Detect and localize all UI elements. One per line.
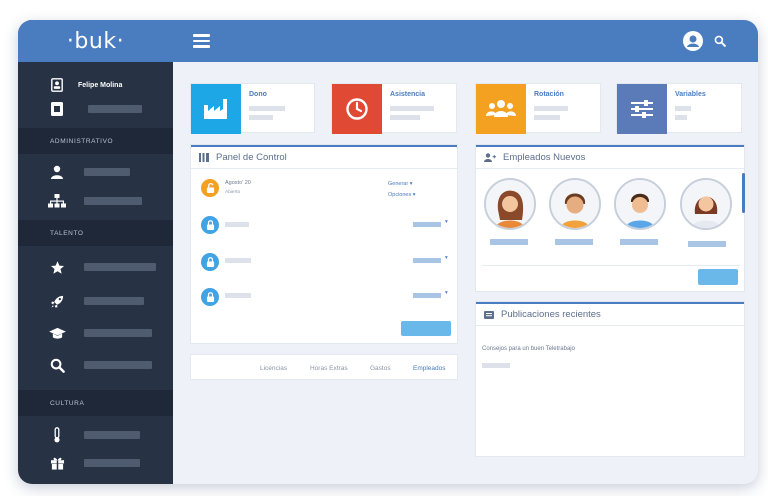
sidebar-user[interactable]: Felipe Molina xyxy=(48,76,122,94)
sidebar-item-people[interactable] xyxy=(48,163,130,181)
tile-title: Dono xyxy=(249,91,267,98)
sidebar-item-talent[interactable] xyxy=(48,258,156,276)
sidebar-item-label xyxy=(84,263,156,271)
sidebar-item-profile[interactable] xyxy=(48,100,142,118)
panel-title: Publicaciones recientes xyxy=(501,309,601,320)
chevron-down-icon[interactable]: ▾ xyxy=(445,290,448,296)
generate-dropdown[interactable]: Generar ▾ xyxy=(388,181,412,187)
sidebar-item-training[interactable] xyxy=(48,324,152,342)
newspaper-icon xyxy=(484,310,494,319)
clock-icon xyxy=(332,84,382,134)
section-label: CULTURA xyxy=(18,390,173,416)
dashboard-icon xyxy=(199,153,209,162)
employees-action-button[interactable] xyxy=(698,269,738,285)
sidebar-item-label xyxy=(84,329,152,337)
panel-title: Panel de Control xyxy=(216,152,287,163)
user-name: Felipe Molina xyxy=(78,81,123,89)
app-window: ·buk· Felipe Molina ADMINISTRATIVO TALEN… xyxy=(18,20,758,484)
employee-name xyxy=(688,241,726,247)
panel-control: Panel de Control Agosto' 20 Abierto Gene… xyxy=(190,144,458,344)
thermometer-icon xyxy=(48,426,66,444)
tile-title: Asistencia xyxy=(390,91,426,98)
employee-avatar[interactable] xyxy=(549,178,601,230)
user-icon xyxy=(48,163,66,181)
top-bar xyxy=(173,20,758,62)
sidebar-item-label xyxy=(84,297,144,305)
sidebar-item-label xyxy=(84,168,130,176)
lock-closed-icon xyxy=(201,253,219,271)
sidebar-item-benefits[interactable] xyxy=(48,454,140,472)
people-group-icon xyxy=(476,84,526,134)
panel-tabs: Licencias Horas Extras Gastos Empleados xyxy=(190,354,458,380)
lock-open-icon xyxy=(201,179,219,197)
org-chart-icon xyxy=(48,192,66,210)
factory-icon xyxy=(191,84,241,134)
tile-rotacion[interactable]: Rotación xyxy=(475,83,601,134)
sidebar: ·buk· Felipe Molina ADMINISTRATIVO TALEN… xyxy=(18,20,173,484)
tile-title: Rotación xyxy=(534,91,564,98)
gift-icon xyxy=(48,454,66,472)
tile-dono[interactable]: Dono xyxy=(190,83,315,134)
row-dropdown[interactable] xyxy=(413,258,441,263)
sidebar-item-label xyxy=(88,105,142,113)
employee-name xyxy=(490,239,528,245)
tab-licencias[interactable]: Licencias xyxy=(260,365,287,372)
new-employees-panel: Empleados Nuevos xyxy=(475,144,745,292)
sidebar-item-org[interactable] xyxy=(48,192,142,210)
sidebar-item-label xyxy=(84,197,142,205)
panel-header: Publicaciones recientes xyxy=(476,302,744,326)
menu-icon[interactable] xyxy=(193,34,210,48)
lock-closed-icon xyxy=(201,288,219,306)
employee-name xyxy=(555,239,593,245)
employee-name xyxy=(620,239,658,245)
sidebar-item-label xyxy=(84,459,140,467)
id-card-icon xyxy=(48,76,66,94)
panel-title: Empleados Nuevos xyxy=(503,152,586,163)
tile-title: Variables xyxy=(675,91,706,98)
tile-variables[interactable]: Variables xyxy=(616,83,742,134)
options-dropdown[interactable]: Opciones ▾ xyxy=(388,192,416,198)
sidebar-item-label xyxy=(84,431,140,439)
tab-horas-extras[interactable]: Horas Extras xyxy=(310,365,348,372)
row-dropdown[interactable] xyxy=(413,222,441,227)
section-label: TALENTO xyxy=(18,220,173,246)
chevron-down-icon[interactable]: ▾ xyxy=(445,219,448,225)
tab-gastos[interactable]: Gastos xyxy=(370,365,391,372)
scrollbar[interactable] xyxy=(742,173,745,213)
lock-closed-icon xyxy=(201,216,219,234)
sidebar-item-recruiting[interactable] xyxy=(48,356,152,374)
period-title: Agosto' 20 xyxy=(225,180,251,186)
search-icon xyxy=(48,356,66,374)
star-icon xyxy=(48,258,66,276)
panel-header: Panel de Control xyxy=(191,145,457,169)
rocket-icon xyxy=(48,292,66,310)
row-dropdown[interactable] xyxy=(413,293,441,298)
graduation-cap-icon xyxy=(48,324,66,342)
panel-action-button[interactable] xyxy=(401,321,451,336)
publication-title[interactable]: Consejos para un buen Teletrabajo xyxy=(482,346,575,352)
section-label: ADMINISTRATIVO xyxy=(18,128,173,154)
chevron-down-icon[interactable]: ▾ xyxy=(445,255,448,261)
sidebar-item-climate[interactable] xyxy=(48,426,140,444)
employee-avatar[interactable] xyxy=(680,178,732,230)
brand-logo[interactable]: ·buk· xyxy=(18,20,173,62)
badge-icon xyxy=(48,100,66,118)
period-status: Abierto xyxy=(225,190,241,195)
search-icon[interactable] xyxy=(714,34,726,52)
add-user-icon xyxy=(484,153,496,162)
tile-asistencia[interactable]: Asistencia xyxy=(331,83,457,134)
sidebar-item-label xyxy=(84,361,152,369)
publications-panel: Publicaciones recientes Consejos para un… xyxy=(475,301,745,457)
tab-empleados[interactable]: Empleados xyxy=(413,365,446,372)
sliders-icon xyxy=(617,84,667,134)
sidebar-item-performance[interactable] xyxy=(48,292,144,310)
employee-avatar[interactable] xyxy=(614,178,666,230)
user-avatar-icon[interactable] xyxy=(683,31,703,51)
panel-header: Empleados Nuevos xyxy=(476,145,744,169)
employee-avatar[interactable] xyxy=(484,178,536,230)
